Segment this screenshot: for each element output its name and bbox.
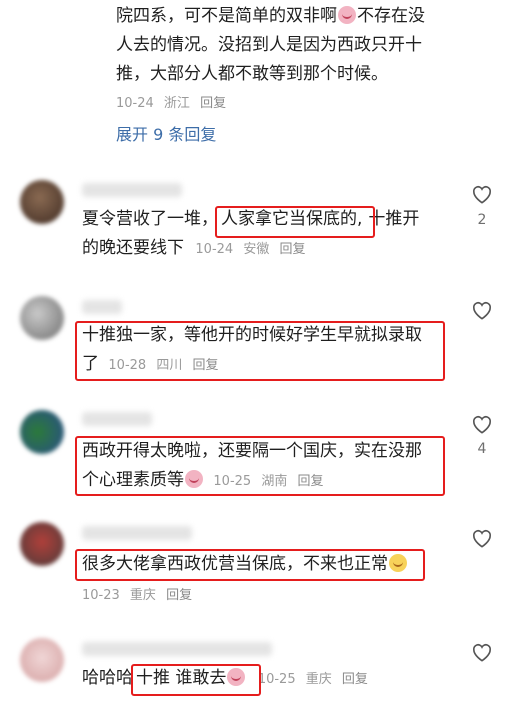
reply-button[interactable]: 回复 (279, 242, 305, 257)
username[interactable] (82, 300, 122, 314)
like-button[interactable] (469, 184, 495, 204)
comment-date: 10-23 (82, 588, 120, 603)
comment-text-line-2: 的晚还要线下 10-24 安徽 回复 (82, 238, 306, 258)
highlight-box (75, 321, 445, 381)
username[interactable] (82, 642, 272, 656)
reply-button[interactable]: 回复 (200, 96, 226, 111)
like-button[interactable] (469, 414, 495, 434)
reply-button[interactable]: 回复 (166, 588, 192, 603)
reply-text-line-1: 院四系，可不是简单的双非啊 不存在没 (116, 6, 425, 26)
cry-laugh-emoji (338, 6, 356, 24)
username[interactable] (82, 183, 182, 197)
like-count: 4 (477, 441, 487, 457)
like-button[interactable] (469, 300, 495, 320)
comment-location: 重庆 (129, 588, 156, 603)
like-count: 2 (477, 212, 487, 228)
comment-date: 10-25 (257, 672, 296, 687)
avatar[interactable] (20, 638, 64, 682)
avatar[interactable] (20, 296, 64, 340)
heart-icon (472, 529, 492, 548)
username[interactable] (82, 526, 192, 540)
comment-location: 重庆 (305, 672, 332, 687)
highlight-box (75, 436, 445, 496)
heart-icon (472, 643, 492, 662)
comment-location: 安徽 (243, 242, 270, 257)
highlight-box (131, 664, 261, 696)
heart-icon (472, 185, 492, 204)
reply-button[interactable]: 回复 (342, 672, 368, 687)
like-button[interactable] (469, 528, 495, 548)
avatar[interactable] (20, 522, 64, 566)
reply-meta: 10-24 浙江 回复 (116, 92, 232, 111)
reply-date: 10-24 (116, 96, 154, 111)
reply-text-line-2: 人去的情况。没招到人是因为西政只开十 (116, 35, 422, 55)
heart-icon (472, 415, 492, 434)
avatar[interactable] (20, 180, 64, 224)
comment-meta: 10-23 重庆 回复 (82, 584, 198, 603)
highlight-box (75, 549, 425, 581)
expand-replies-link[interactable]: 展开 9 条回复 (116, 121, 216, 145)
like-button[interactable] (469, 642, 495, 662)
heart-icon (472, 301, 492, 320)
reply-location: 浙江 (163, 96, 190, 111)
reply-text-line-3: 推，大部分人都不敢等到那个时候。 (116, 64, 388, 84)
avatar[interactable] (20, 410, 64, 454)
comment-date: 10-24 (195, 242, 234, 257)
username[interactable] (82, 412, 152, 426)
